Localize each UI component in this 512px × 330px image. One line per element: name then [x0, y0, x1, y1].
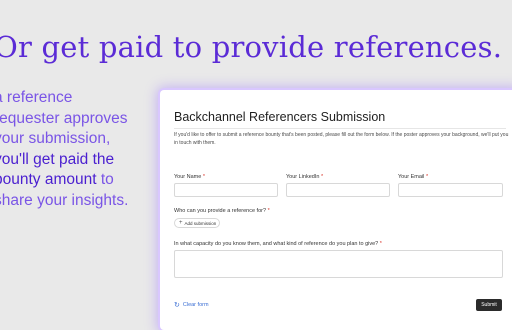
- reference-for-label: Who can you provide a reference for? *: [174, 208, 270, 214]
- form-description: If you'd like to offer to submit a refer…: [174, 132, 509, 146]
- add-submission-button[interactable]: + Add submission: [174, 218, 220, 228]
- hero-description: a reference requester approves your subm…: [0, 88, 156, 211]
- add-submission-label: Add submission: [184, 220, 217, 226]
- form-title: Backchannel Referencers Submission: [174, 110, 386, 124]
- hero-line: share your insights.: [0, 191, 129, 209]
- capacity-textarea[interactable]: [174, 250, 503, 278]
- hero-headline: Or get paid to provide references.: [0, 30, 503, 64]
- hero-line: your submission,: [0, 130, 111, 147]
- clear-form-button[interactable]: ↻ Clear form: [174, 301, 209, 309]
- submission-form-card: Backchannel Referencers Submission If yo…: [160, 90, 512, 330]
- divider: [174, 128, 506, 129]
- linkedin-field[interactable]: [286, 183, 390, 197]
- hero-line-highlight: bounty amount to: [0, 171, 114, 188]
- submit-button[interactable]: Submit: [476, 299, 502, 311]
- hero-line-highlight: you'll get paid the: [0, 150, 115, 168]
- capacity-label: In what capacity do you know them, and w…: [174, 241, 382, 247]
- plus-icon: +: [179, 220, 183, 226]
- hero-line: a reference: [0, 89, 73, 106]
- clear-form-label: Clear form: [182, 302, 209, 308]
- refresh-icon: ↻: [174, 302, 180, 309]
- name-field[interactable]: [174, 183, 278, 197]
- email-label: Your Email *: [398, 174, 429, 180]
- hero-line: requester approves: [0, 109, 128, 127]
- linkedin-label: Your LinkedIn *: [286, 174, 324, 180]
- email-field[interactable]: [398, 183, 503, 197]
- name-label: Your Name *: [174, 174, 205, 180]
